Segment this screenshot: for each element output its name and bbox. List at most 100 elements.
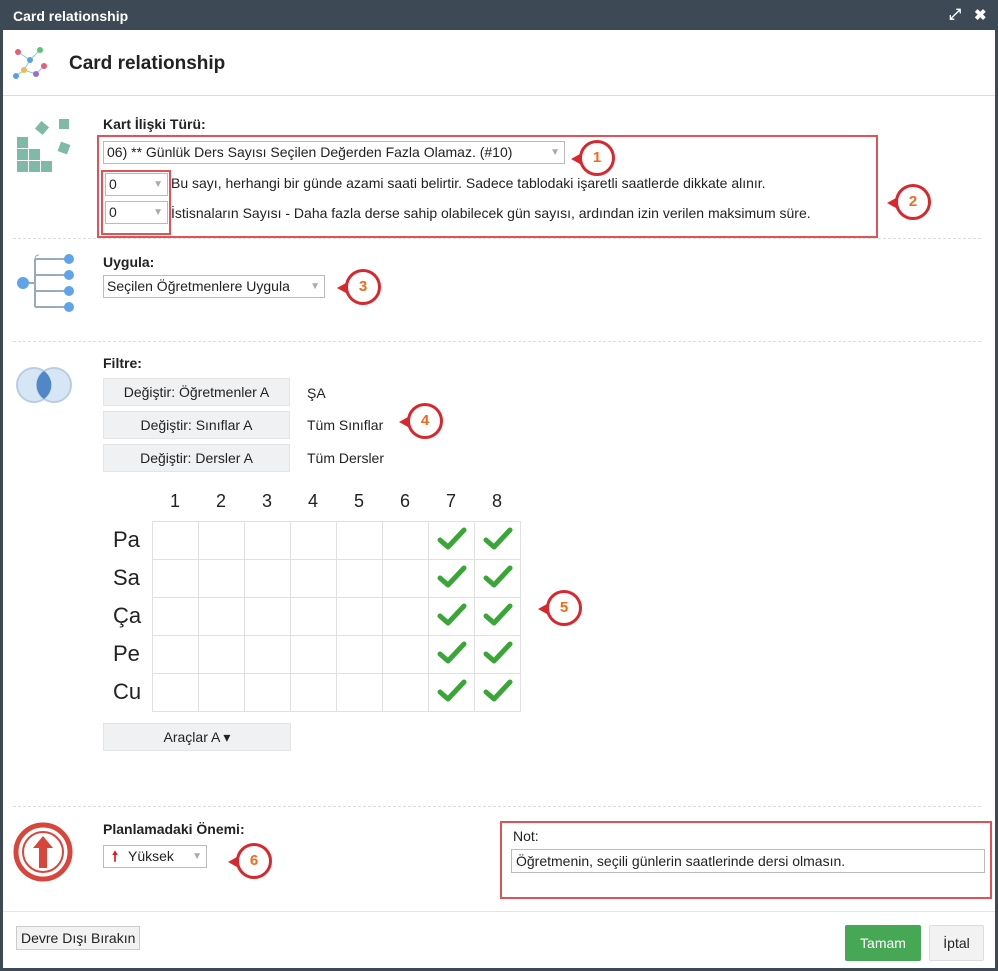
checkmark-icon	[483, 641, 512, 664]
day-header[interactable]: Sa	[113, 565, 140, 591]
timetable-cell[interactable]	[290, 635, 337, 674]
period-header[interactable]: 3	[244, 491, 290, 512]
timetable-cell[interactable]	[244, 673, 291, 712]
dialog-footer	[3, 911, 995, 912]
change-teachers-button[interactable]: Değiştir: Öğretmenler A	[103, 378, 290, 406]
window-title: Card relationship	[13, 8, 129, 24]
annotation-badge-6: 6	[228, 843, 272, 879]
timetable-cell[interactable]	[382, 521, 429, 560]
timetable-cell[interactable]	[474, 635, 521, 674]
timetable-cell[interactable]	[382, 597, 429, 636]
period-header[interactable]: 1	[152, 491, 198, 512]
timetable-cell[interactable]	[152, 673, 199, 712]
card-relationship-dialog: Card relationship ⤢ ✖ Card relationship	[0, 0, 998, 971]
tree-branch-icon	[17, 254, 74, 312]
timetable-cell[interactable]	[244, 597, 291, 636]
note-label: Not:	[513, 828, 539, 844]
timetable-cell[interactable]	[336, 597, 383, 636]
period-header[interactable]: 2	[198, 491, 244, 512]
close-icon[interactable]: ✖	[974, 6, 987, 24]
relationship-type-value: 06) ** Günlük Ders Sayısı Seçilen Değerd…	[107, 144, 513, 160]
disable-button[interactable]: Devre Dışı Bırakın	[16, 926, 141, 950]
timetable-row	[152, 559, 521, 598]
timetable-cell[interactable]	[474, 673, 521, 712]
relationship-type-select[interactable]: 06) ** Günlük Ders Sayısı Seçilen Değerd…	[103, 141, 565, 164]
section-divider	[13, 341, 981, 342]
annotation-badge-2: 2	[887, 184, 931, 220]
checkmark-icon	[437, 603, 466, 626]
period-header[interactable]: 8	[474, 491, 520, 512]
note-input[interactable]: Öğretmenin, seçili günlerin saatlerinde …	[511, 849, 985, 873]
chevron-down-icon: ▼	[310, 281, 320, 292]
timetable-cell[interactable]	[290, 521, 337, 560]
timetable-cell[interactable]	[428, 673, 475, 712]
timetable-cell[interactable]	[382, 559, 429, 598]
checkmark-icon	[483, 679, 512, 702]
filter-label: Filtre:	[103, 355, 142, 371]
timetable-cell[interactable]	[428, 635, 475, 674]
timetable-cell[interactable]	[382, 635, 429, 674]
relationship-type-label: Kart İlişki Türü:	[103, 116, 206, 132]
timetable-cell[interactable]	[244, 521, 291, 560]
day-header[interactable]: Pe	[113, 641, 140, 667]
importance-select[interactable]: 🠕 Yüksek ▼	[103, 845, 207, 868]
timetable-cell[interactable]	[474, 559, 521, 598]
checkmark-icon	[483, 565, 512, 588]
exceptions-description: İstisnaların Sayısı - Daha fazla derse s…	[171, 205, 811, 221]
timetable-cell[interactable]	[244, 559, 291, 598]
maximize-icon[interactable]: ⤢	[949, 6, 961, 23]
timetable-cell[interactable]	[474, 521, 521, 560]
period-header[interactable]: 4	[290, 491, 336, 512]
timetable-cell[interactable]	[428, 559, 475, 598]
period-header[interactable]: 5	[336, 491, 382, 512]
timetable-cell[interactable]	[290, 559, 337, 598]
apply-value: Seçilen Öğretmenlere Uygula	[107, 278, 290, 294]
timetable-cell[interactable]	[152, 597, 199, 636]
chevron-down-icon: ▼	[192, 851, 202, 862]
chevron-down-icon: ▼	[550, 147, 560, 158]
timetable-cell[interactable]	[152, 559, 199, 598]
timetable-cell[interactable]	[198, 673, 245, 712]
timetable-cell[interactable]	[290, 673, 337, 712]
apply-label: Uygula:	[103, 254, 155, 270]
day-header[interactable]: Cu	[113, 679, 141, 705]
timetable-row	[152, 597, 521, 636]
timetable-cell[interactable]	[474, 597, 521, 636]
classes-filter-value: Tüm Sınıflar	[307, 417, 384, 433]
ok-button[interactable]: Tamam	[845, 925, 921, 961]
timetable-cell[interactable]	[428, 521, 475, 560]
tools-button[interactable]: Araçlar A ▾	[103, 723, 291, 751]
apply-select[interactable]: Seçilen Öğretmenlere Uygula ▼	[103, 275, 325, 298]
timetable-cell[interactable]	[382, 673, 429, 712]
period-header[interactable]: 6	[382, 491, 428, 512]
exceptions-select[interactable]: 0 ▼	[105, 201, 168, 224]
cancel-button[interactable]: İptal	[929, 925, 984, 961]
chevron-down-icon: ▼	[153, 207, 163, 218]
timetable-cell[interactable]	[198, 597, 245, 636]
timetable-cell[interactable]	[198, 559, 245, 598]
checkmark-icon	[437, 527, 466, 550]
timetable-cell[interactable]	[428, 597, 475, 636]
timetable-cell[interactable]	[152, 521, 199, 560]
timetable-row	[152, 521, 521, 560]
annotation-badge-3: 3	[337, 269, 381, 305]
timetable-cell[interactable]	[336, 673, 383, 712]
teachers-filter-value: ŞA	[307, 385, 326, 401]
annotation-badge-1: 1	[571, 140, 615, 176]
timetable-cell[interactable]	[290, 597, 337, 636]
timetable-cell[interactable]	[336, 521, 383, 560]
change-subjects-button[interactable]: Değiştir: Dersler A	[103, 444, 290, 472]
period-header[interactable]: 7	[428, 491, 474, 512]
venn-diagram-icon	[16, 367, 72, 403]
change-classes-button[interactable]: Değiştir: Sınıflar A	[103, 411, 290, 439]
timetable-cell[interactable]	[198, 521, 245, 560]
timetable-cell[interactable]	[244, 635, 291, 674]
max-hours-select[interactable]: 0 ▼	[105, 173, 168, 196]
timetable-cell[interactable]	[152, 635, 199, 674]
timetable-cell[interactable]	[336, 559, 383, 598]
timetable-cell[interactable]	[198, 635, 245, 674]
max-hours-value: 0	[109, 176, 117, 192]
timetable-cell[interactable]	[336, 635, 383, 674]
day-header[interactable]: Ça	[113, 603, 141, 629]
day-header[interactable]: Pa	[113, 527, 140, 553]
